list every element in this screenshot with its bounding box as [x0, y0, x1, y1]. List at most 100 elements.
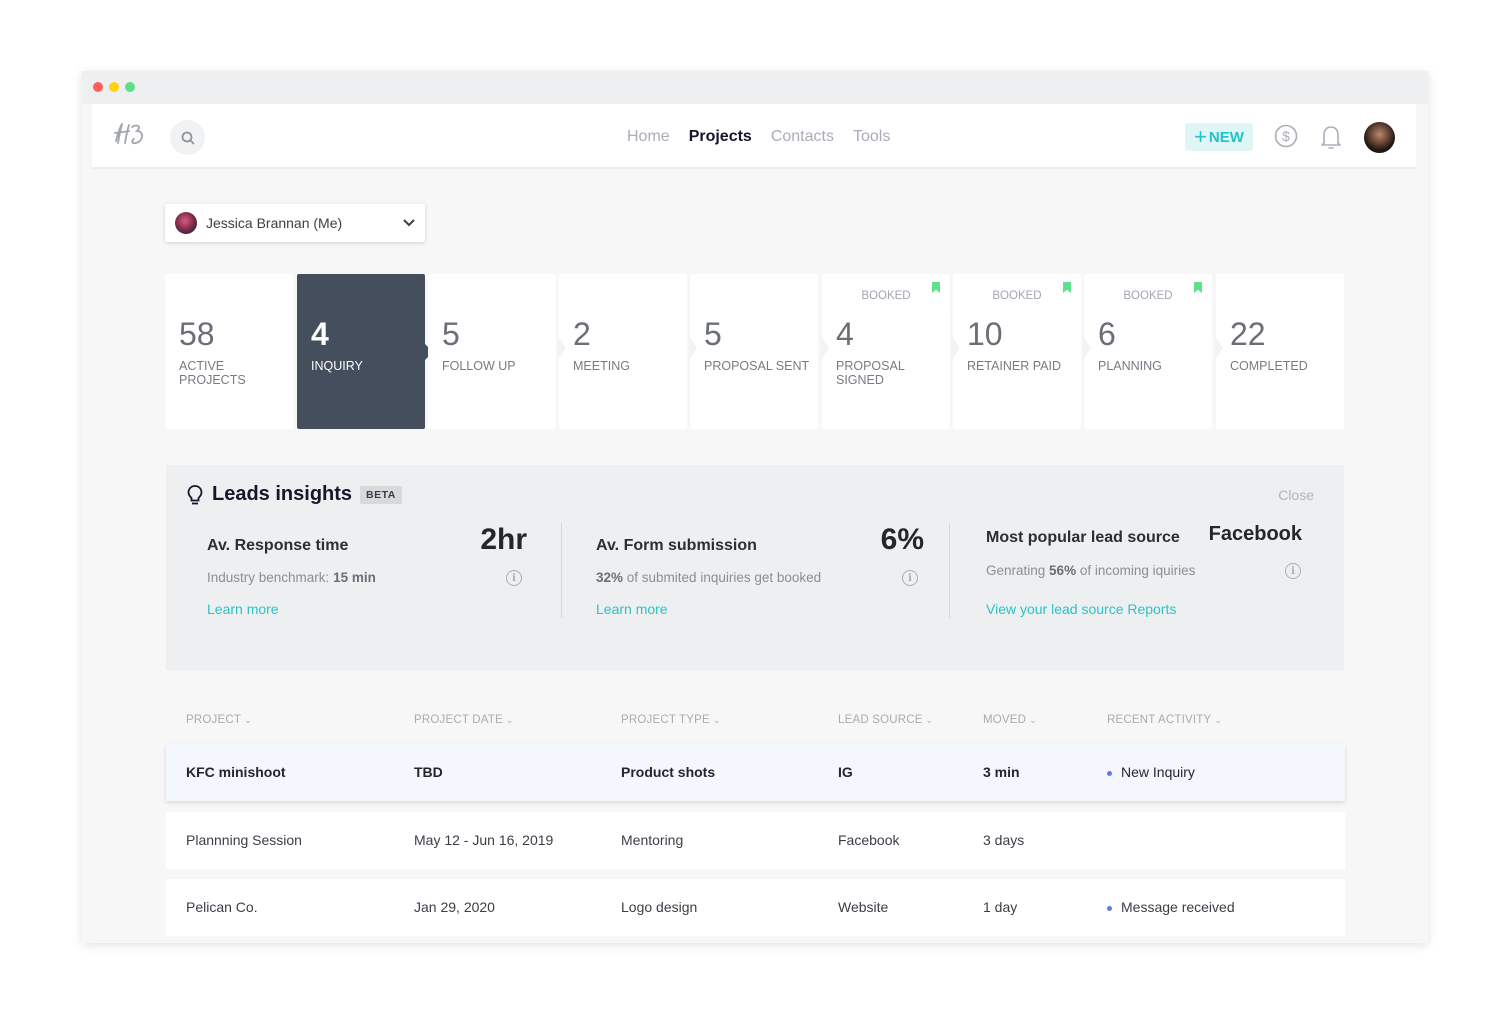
stage-active-projects[interactable]: 58 ACTIVE PROJECTS [165, 274, 293, 429]
cell-source: Website [838, 899, 889, 915]
cell-project: Pelican Co. [186, 899, 258, 915]
learn-more-link[interactable]: Learn more [207, 601, 279, 617]
activity-dot [1107, 770, 1112, 776]
cell-type: Logo design [621, 899, 698, 915]
column-header-project-date[interactable]: PROJECT DATE ⌄ [414, 714, 514, 726]
cell-date: Jan 29, 2020 [414, 899, 495, 915]
column-label: PROJECT TYPE [621, 714, 710, 726]
stage-count: 5 [442, 316, 460, 352]
logo[interactable] [112, 119, 150, 156]
stage-label: ACTIVE PROJECTS [179, 359, 246, 387]
stage-retainer-paid[interactable]: BOOKED 10 RETAINER PAID [952, 274, 1081, 429]
subtext-suffix: of submited inquiries get booked [623, 570, 822, 585]
insights-header: Leads insights BETA [186, 483, 402, 506]
cell-activity: New Inquiry [1107, 764, 1195, 780]
table-row[interactable]: KFC minishoot TBD Product shots IG 3 min… [166, 744, 1345, 801]
stage-count: 6 [1098, 316, 1116, 352]
close-insights-button[interactable]: Close [1278, 487, 1314, 503]
user-select[interactable]: Jessica Brannan (Me) [165, 204, 425, 242]
stage-count: 58 [179, 316, 215, 352]
stage-proposal-signed[interactable]: BOOKED 4 PROPOSAL SIGNED [821, 274, 950, 429]
stage-divider [558, 336, 566, 360]
cell-type: Mentoring [621, 832, 684, 848]
column-header-recent-activity[interactable]: RECENT ACTIVITY ⌄ [1107, 714, 1222, 726]
metric-value: Facebook [1208, 523, 1302, 545]
nav-projects[interactable]: Projects [689, 128, 752, 146]
search-button[interactable] [170, 120, 205, 155]
stage-follow-up[interactable]: 5 FOLLOW UP [428, 274, 556, 429]
beta-badge: BETA [360, 485, 402, 504]
metric-subtext: 32% of submited inquiries get booked [596, 570, 821, 585]
payments-button[interactable]: $ [1274, 124, 1298, 153]
leads-insights-panel: Leads insights BETA Close Av. Response t… [166, 465, 1344, 670]
cell-source: IG [838, 764, 853, 780]
stage-inquiry[interactable]: 4 INQUIRY [297, 274, 433, 429]
chevron-down-icon: ⌄ [712, 715, 721, 725]
chevron-down-icon: ⌄ [1029, 715, 1037, 725]
notifications-button[interactable] [1320, 124, 1342, 155]
cell-date: TBD [414, 764, 443, 780]
table-row[interactable]: Pelican Co. Jan 29, 2020 Logo design Web… [166, 879, 1345, 936]
cell-date: May 12 - Jun 16, 2019 [414, 832, 554, 848]
maximize-window-button[interactable] [125, 82, 135, 92]
metric-subtext: Industry benchmark: 15 min [207, 570, 376, 585]
stage-proposal-sent[interactable]: 5 PROPOSAL SENT [689, 274, 818, 429]
column-header-moved[interactable]: MOVED ⌄ [983, 714, 1037, 726]
profile-avatar[interactable] [1364, 122, 1395, 153]
stage-divider [1083, 336, 1091, 360]
booked-label: BOOKED [1123, 290, 1173, 302]
stage-count: 22 [1230, 316, 1266, 352]
stage-planning[interactable]: BOOKED 6 PLANNING [1083, 274, 1212, 429]
stage-label: PROPOSAL SIGNED [836, 359, 905, 387]
chevron-down-icon: ⌄ [925, 715, 934, 725]
info-icon[interactable]: i [1285, 563, 1301, 579]
column-label: LEAD SOURCE [838, 714, 923, 726]
svg-text:$: $ [1282, 128, 1290, 144]
column-label: PROJECT [186, 714, 242, 726]
info-icon[interactable]: i [506, 570, 522, 586]
user-avatar [175, 212, 197, 234]
divider [949, 523, 950, 618]
new-button-label: NEW [1208, 128, 1244, 146]
stage-count: 4 [311, 316, 329, 352]
nav-contacts[interactable]: Contacts [771, 128, 834, 146]
stage-divider [821, 336, 829, 360]
subtext-value: 32% [596, 570, 624, 585]
stage-divider [1215, 336, 1223, 360]
lead-source-reports-link[interactable]: View your lead source Reports [986, 601, 1176, 617]
stage-label: PROPOSAL SENT [704, 359, 810, 373]
column-header-project-type[interactable]: PROJECT TYPE ⌄ [621, 714, 721, 726]
stage-count: 10 [967, 316, 1003, 352]
nav-tools[interactable]: Tools [853, 128, 890, 146]
chevron-down-icon [403, 219, 415, 227]
minimize-window-button[interactable] [109, 82, 119, 92]
learn-more-link[interactable]: Learn more [596, 601, 668, 617]
table-row[interactable]: Plannning Session May 12 - Jun 16, 2019 … [166, 812, 1345, 869]
insights-title: Leads insights [212, 483, 353, 505]
metric-heading: Av. Response time [207, 537, 349, 554]
column-header-project[interactable]: PROJECT ⌄ [186, 714, 252, 726]
column-label: MOVED [983, 714, 1027, 726]
booked-label: BOOKED [992, 290, 1042, 302]
stage-label: PLANNING [1098, 359, 1162, 373]
stage-label: INQUIRY [311, 359, 363, 373]
stage-completed[interactable]: 22 COMPLETED [1215, 274, 1344, 429]
dollar-icon: $ [1274, 124, 1298, 148]
stage-label: COMPLETED [1230, 359, 1308, 373]
metric-response-time: Av. Response time 2hr Industry benchmark… [207, 523, 527, 617]
info-icon[interactable]: i [902, 570, 918, 586]
subtext-prefix: Genrating [986, 563, 1050, 578]
stage-divider [952, 336, 960, 360]
new-button[interactable]: + NEW [1185, 123, 1253, 151]
subtext-value: 56% [1049, 563, 1077, 578]
cell-activity: Message received [1107, 899, 1235, 915]
nav-home[interactable]: Home [627, 128, 670, 146]
close-window-button[interactable] [93, 82, 103, 92]
search-icon [181, 131, 194, 144]
app-window: Home Projects Contacts Tools + NEW $ Jes… [82, 71, 1428, 943]
divider [561, 523, 562, 618]
metric-value: 2hr [480, 523, 527, 556]
stage-count: 4 [836, 316, 854, 352]
stage-meeting[interactable]: 2 MEETING [558, 274, 687, 429]
column-header-lead-source[interactable]: LEAD SOURCE ⌄ [838, 714, 933, 726]
